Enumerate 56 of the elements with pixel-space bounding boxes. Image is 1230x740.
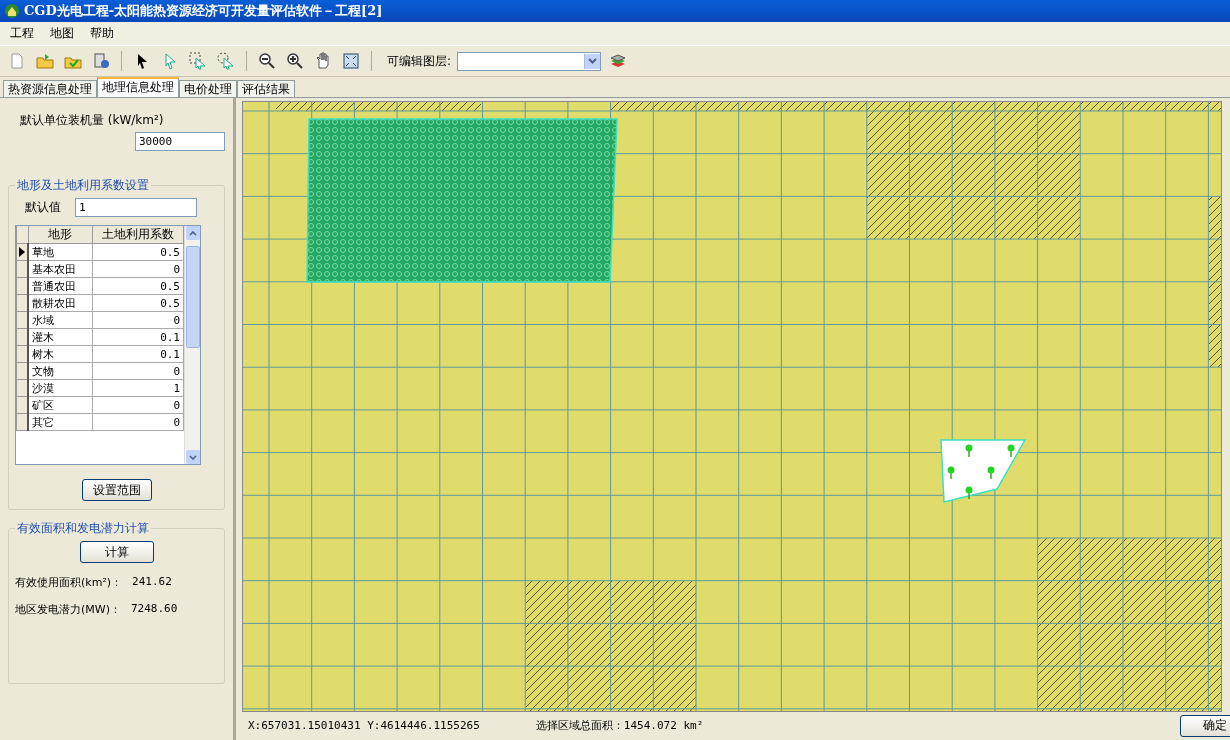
result-value: 241.62: [132, 575, 172, 590]
table-cell: 文物: [28, 362, 93, 380]
menu-item[interactable]: 工程: [4, 23, 40, 44]
chevron-down-icon: [588, 58, 598, 64]
table-cell: 普通农田: [28, 277, 93, 295]
table-cell: 0: [92, 413, 184, 431]
table-cell: 0.1: [92, 328, 184, 346]
table-cell: 0: [92, 311, 184, 329]
result-label: 有效使用面积(km²)：: [15, 575, 123, 590]
table-cell: 0: [92, 362, 184, 380]
group-title: 有效面积和发电潜力计算: [16, 520, 150, 537]
column-header: 土地利用系数: [92, 226, 184, 244]
result-value: 7248.60: [130, 602, 178, 617]
layer-dropdown[interactable]: [457, 51, 602, 71]
tab[interactable]: 评估结果: [237, 80, 295, 97]
ok-button[interactable]: 确定: [1180, 714, 1230, 737]
column-header: 地形: [28, 226, 93, 244]
table-cell: 灌木: [28, 328, 93, 346]
table-cell: 0.5: [92, 294, 184, 312]
group-title: 地形及土地利用系数设置: [16, 177, 150, 194]
menu-item[interactable]: 地图: [44, 23, 80, 44]
chevron-down-icon: [188, 454, 197, 460]
calculate-button[interactable]: 计算: [79, 541, 154, 563]
table-cell: 基本农田: [28, 260, 93, 278]
table-cell: 1: [92, 379, 184, 397]
coordinates-text: X:657031.15010431 Y:4614446.1155265: [248, 719, 480, 732]
table-cell: 树木: [28, 345, 93, 363]
layer-label: 可编辑图层:: [387, 52, 452, 70]
chevron-up-icon: [188, 230, 197, 236]
capacity-label: 默认单位装机量 (kW/km²): [20, 112, 165, 129]
app-icon: [4, 3, 20, 19]
full-extent-icon[interactable]: [340, 50, 362, 72]
tab[interactable]: 电价处理: [179, 80, 237, 97]
table-cell: 草地: [28, 243, 93, 261]
table-cell: 矿区: [28, 396, 93, 414]
window-title: CGD光电工程-太阳能热资源经济可开发量评估软件－工程[2]: [24, 2, 383, 20]
default-value-label: 默认值: [25, 199, 61, 216]
table-cell: 0: [92, 260, 184, 278]
menu-item[interactable]: 帮助: [84, 23, 120, 44]
tab[interactable]: 热资源信息处理: [3, 80, 97, 97]
default-value-input[interactable]: 1: [75, 198, 197, 217]
table-cell: 0.5: [92, 277, 184, 295]
capacity-input[interactable]: 30000: [135, 132, 225, 151]
tab[interactable]: 地理信息处理: [97, 77, 179, 97]
table-cell: 其它: [28, 413, 93, 431]
table-cell: 水域: [28, 311, 93, 329]
table-cell: 0: [92, 396, 184, 414]
total-area-text: 选择区域总面积：1454.072 km²: [535, 718, 704, 733]
table-cell: 0.5: [92, 243, 184, 261]
current-row-icon: [19, 247, 25, 257]
scrollbar[interactable]: [184, 226, 200, 464]
table-cell: 沙漠: [28, 379, 93, 397]
table-cell: 0.1: [92, 345, 184, 363]
set-range-button[interactable]: 设置范围: [81, 479, 152, 501]
result-label: 地区发电潜力(MW)：: [15, 602, 121, 617]
table-cell: 散耕农田: [28, 294, 93, 312]
